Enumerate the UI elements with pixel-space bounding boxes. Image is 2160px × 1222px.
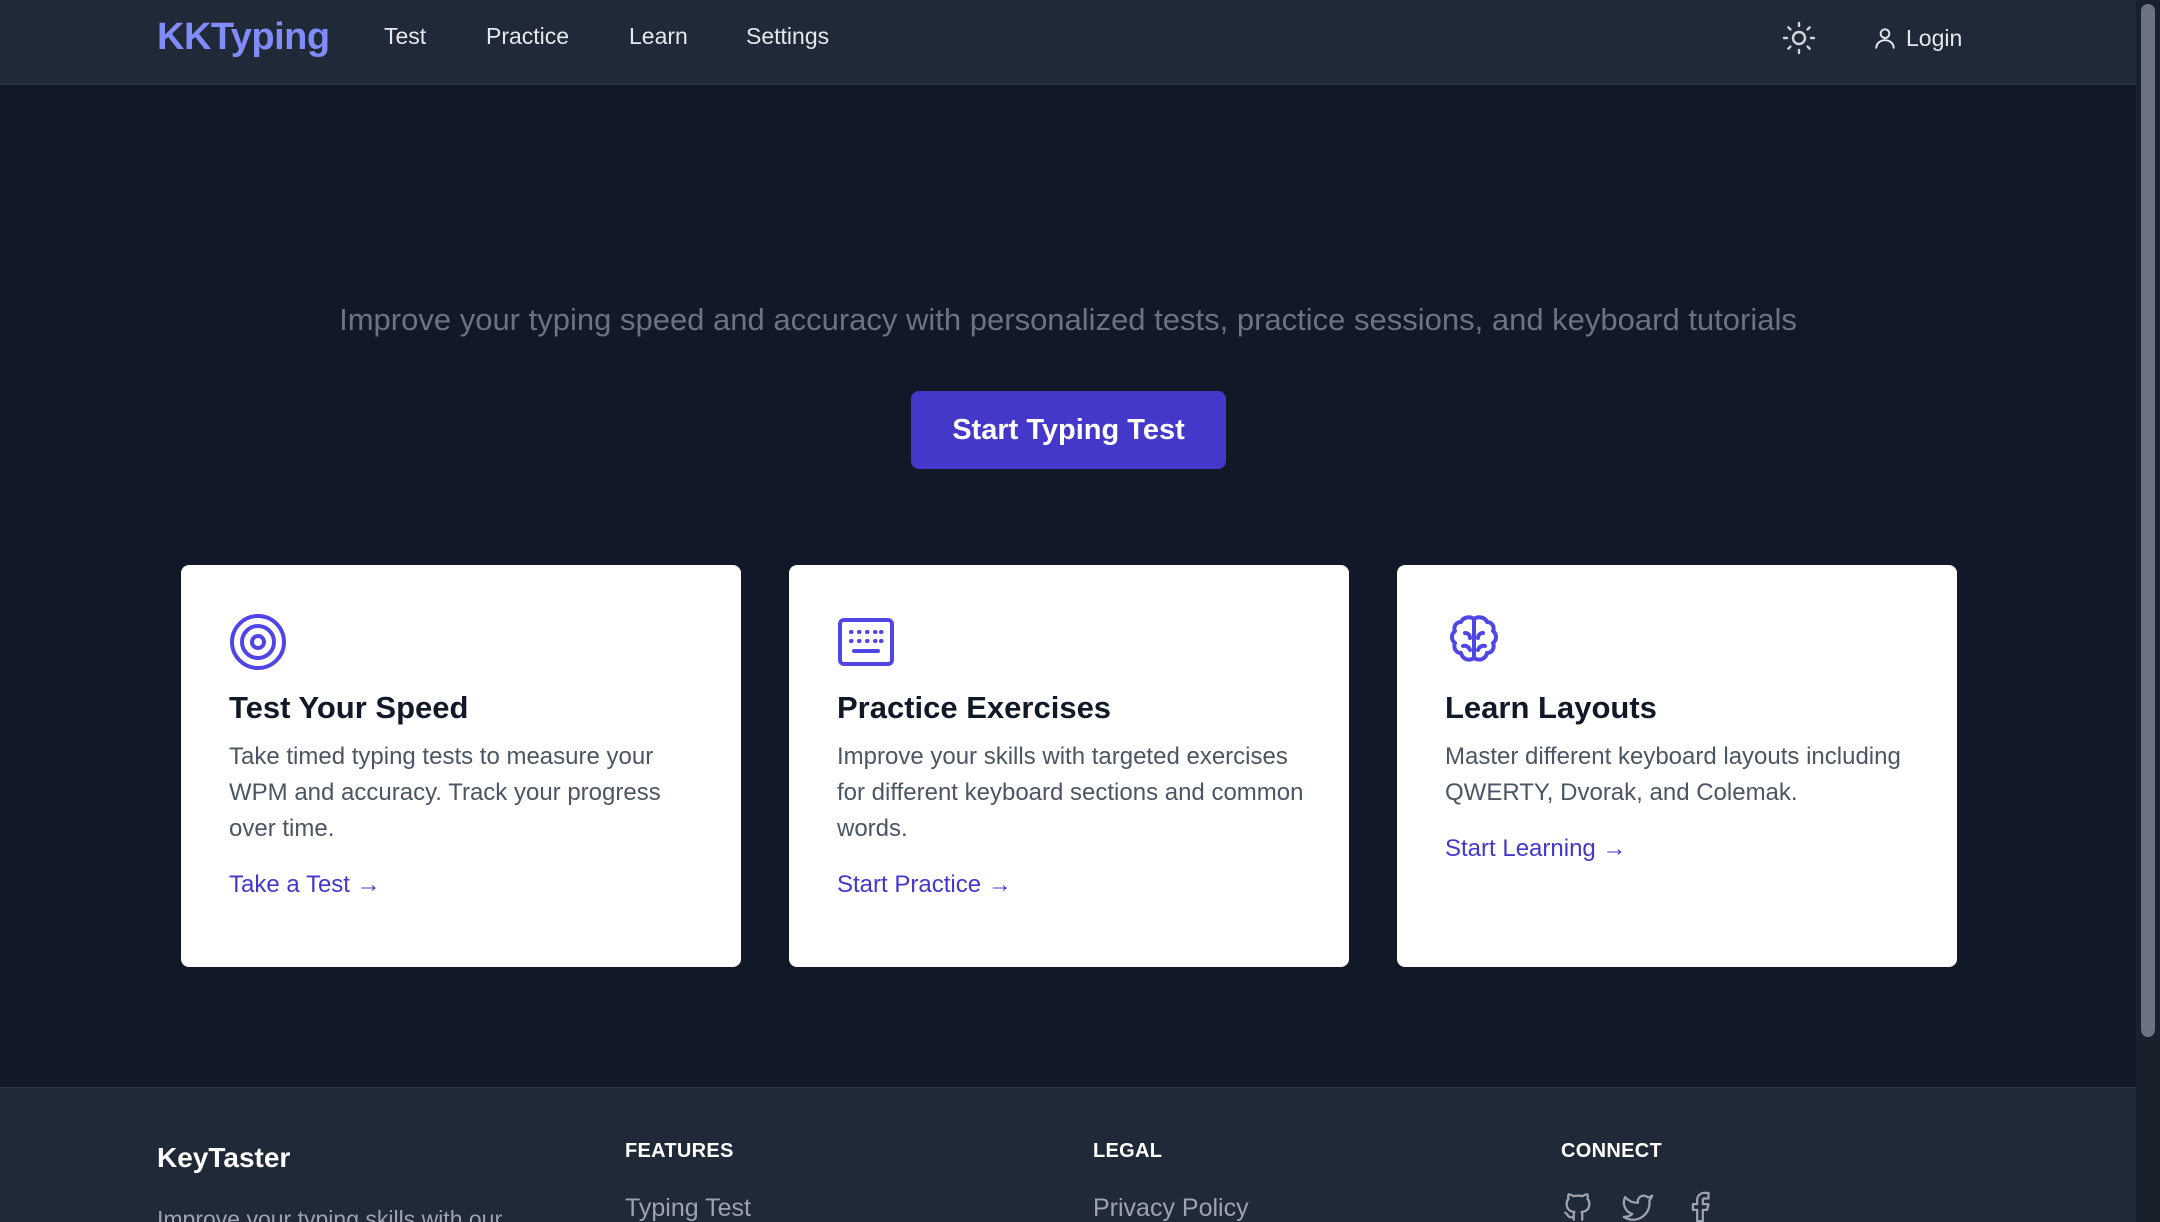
footer-tagline: Improve your typing skills with our bbox=[157, 1206, 503, 1222]
brain-icon bbox=[1450, 615, 1498, 662]
feature-card-practice: Practice Exercises Improve your skills w… bbox=[789, 565, 1349, 967]
login-label: Login bbox=[1906, 24, 1963, 51]
target-icon bbox=[230, 614, 286, 670]
github-icon[interactable] bbox=[1561, 1190, 1595, 1222]
card-title: Test Your Speed bbox=[229, 690, 469, 725]
scrollbar-thumb[interactable] bbox=[2141, 4, 2155, 1037]
nav-link-test[interactable]: Test bbox=[384, 23, 426, 50]
facebook-icon[interactable] bbox=[1683, 1190, 1717, 1222]
nav-link-learn[interactable]: Learn bbox=[629, 23, 688, 50]
start-typing-test-button[interactable]: Start Typing Test bbox=[911, 391, 1226, 469]
page-footer: KeyTaster Improve your typing skills wit… bbox=[0, 1087, 2136, 1222]
theme-toggle-button[interactable] bbox=[1781, 20, 1817, 56]
footer-heading-features: FEATURES bbox=[625, 1140, 734, 1162]
card-description: Master different keyboard layouts includ… bbox=[1445, 743, 1901, 806]
login-button[interactable]: Login bbox=[1872, 20, 1962, 56]
twitter-icon[interactable] bbox=[1621, 1190, 1655, 1222]
card-title: Practice Exercises bbox=[837, 690, 1112, 725]
feature-card-speed: Test Your Speed Take timed typing tests … bbox=[181, 565, 741, 967]
card-description: Improve your skills with targeted exerci… bbox=[837, 743, 1304, 842]
footer-heading-connect: CONNECT bbox=[1561, 1140, 1662, 1162]
card-title: Learn Layouts bbox=[1445, 690, 1657, 725]
nav-link-practice[interactable]: Practice bbox=[486, 23, 569, 50]
hero-subtitle: Improve your typing speed and accuracy w… bbox=[339, 302, 1797, 337]
take-a-test-link[interactable]: Take a Test → bbox=[229, 871, 381, 899]
footer-link-typing-test[interactable]: Typing Test bbox=[625, 1194, 751, 1222]
card-description: Take timed typing tests to measure your … bbox=[229, 743, 661, 842]
nav-link-settings[interactable]: Settings bbox=[746, 23, 829, 50]
feature-card-learn: Learn Layouts Master different keyboard … bbox=[1397, 565, 1957, 967]
footer-link-privacy-policy[interactable]: Privacy Policy bbox=[1093, 1194, 1249, 1222]
footer-heading-legal: LEGAL bbox=[1093, 1140, 1163, 1162]
top-navbar: KKTyping Test Practice Learn Settings Lo… bbox=[0, 0, 2136, 85]
user-icon bbox=[1875, 28, 1895, 49]
start-practice-link[interactable]: Start Practice → bbox=[837, 871, 1012, 899]
keyboard-icon bbox=[838, 618, 894, 666]
sun-icon bbox=[1782, 21, 1816, 55]
brand-logo[interactable]: KKTyping bbox=[157, 16, 330, 59]
start-learning-link[interactable]: Start Learning → bbox=[1445, 835, 1626, 863]
footer-brand: KeyTaster bbox=[157, 1142, 291, 1173]
